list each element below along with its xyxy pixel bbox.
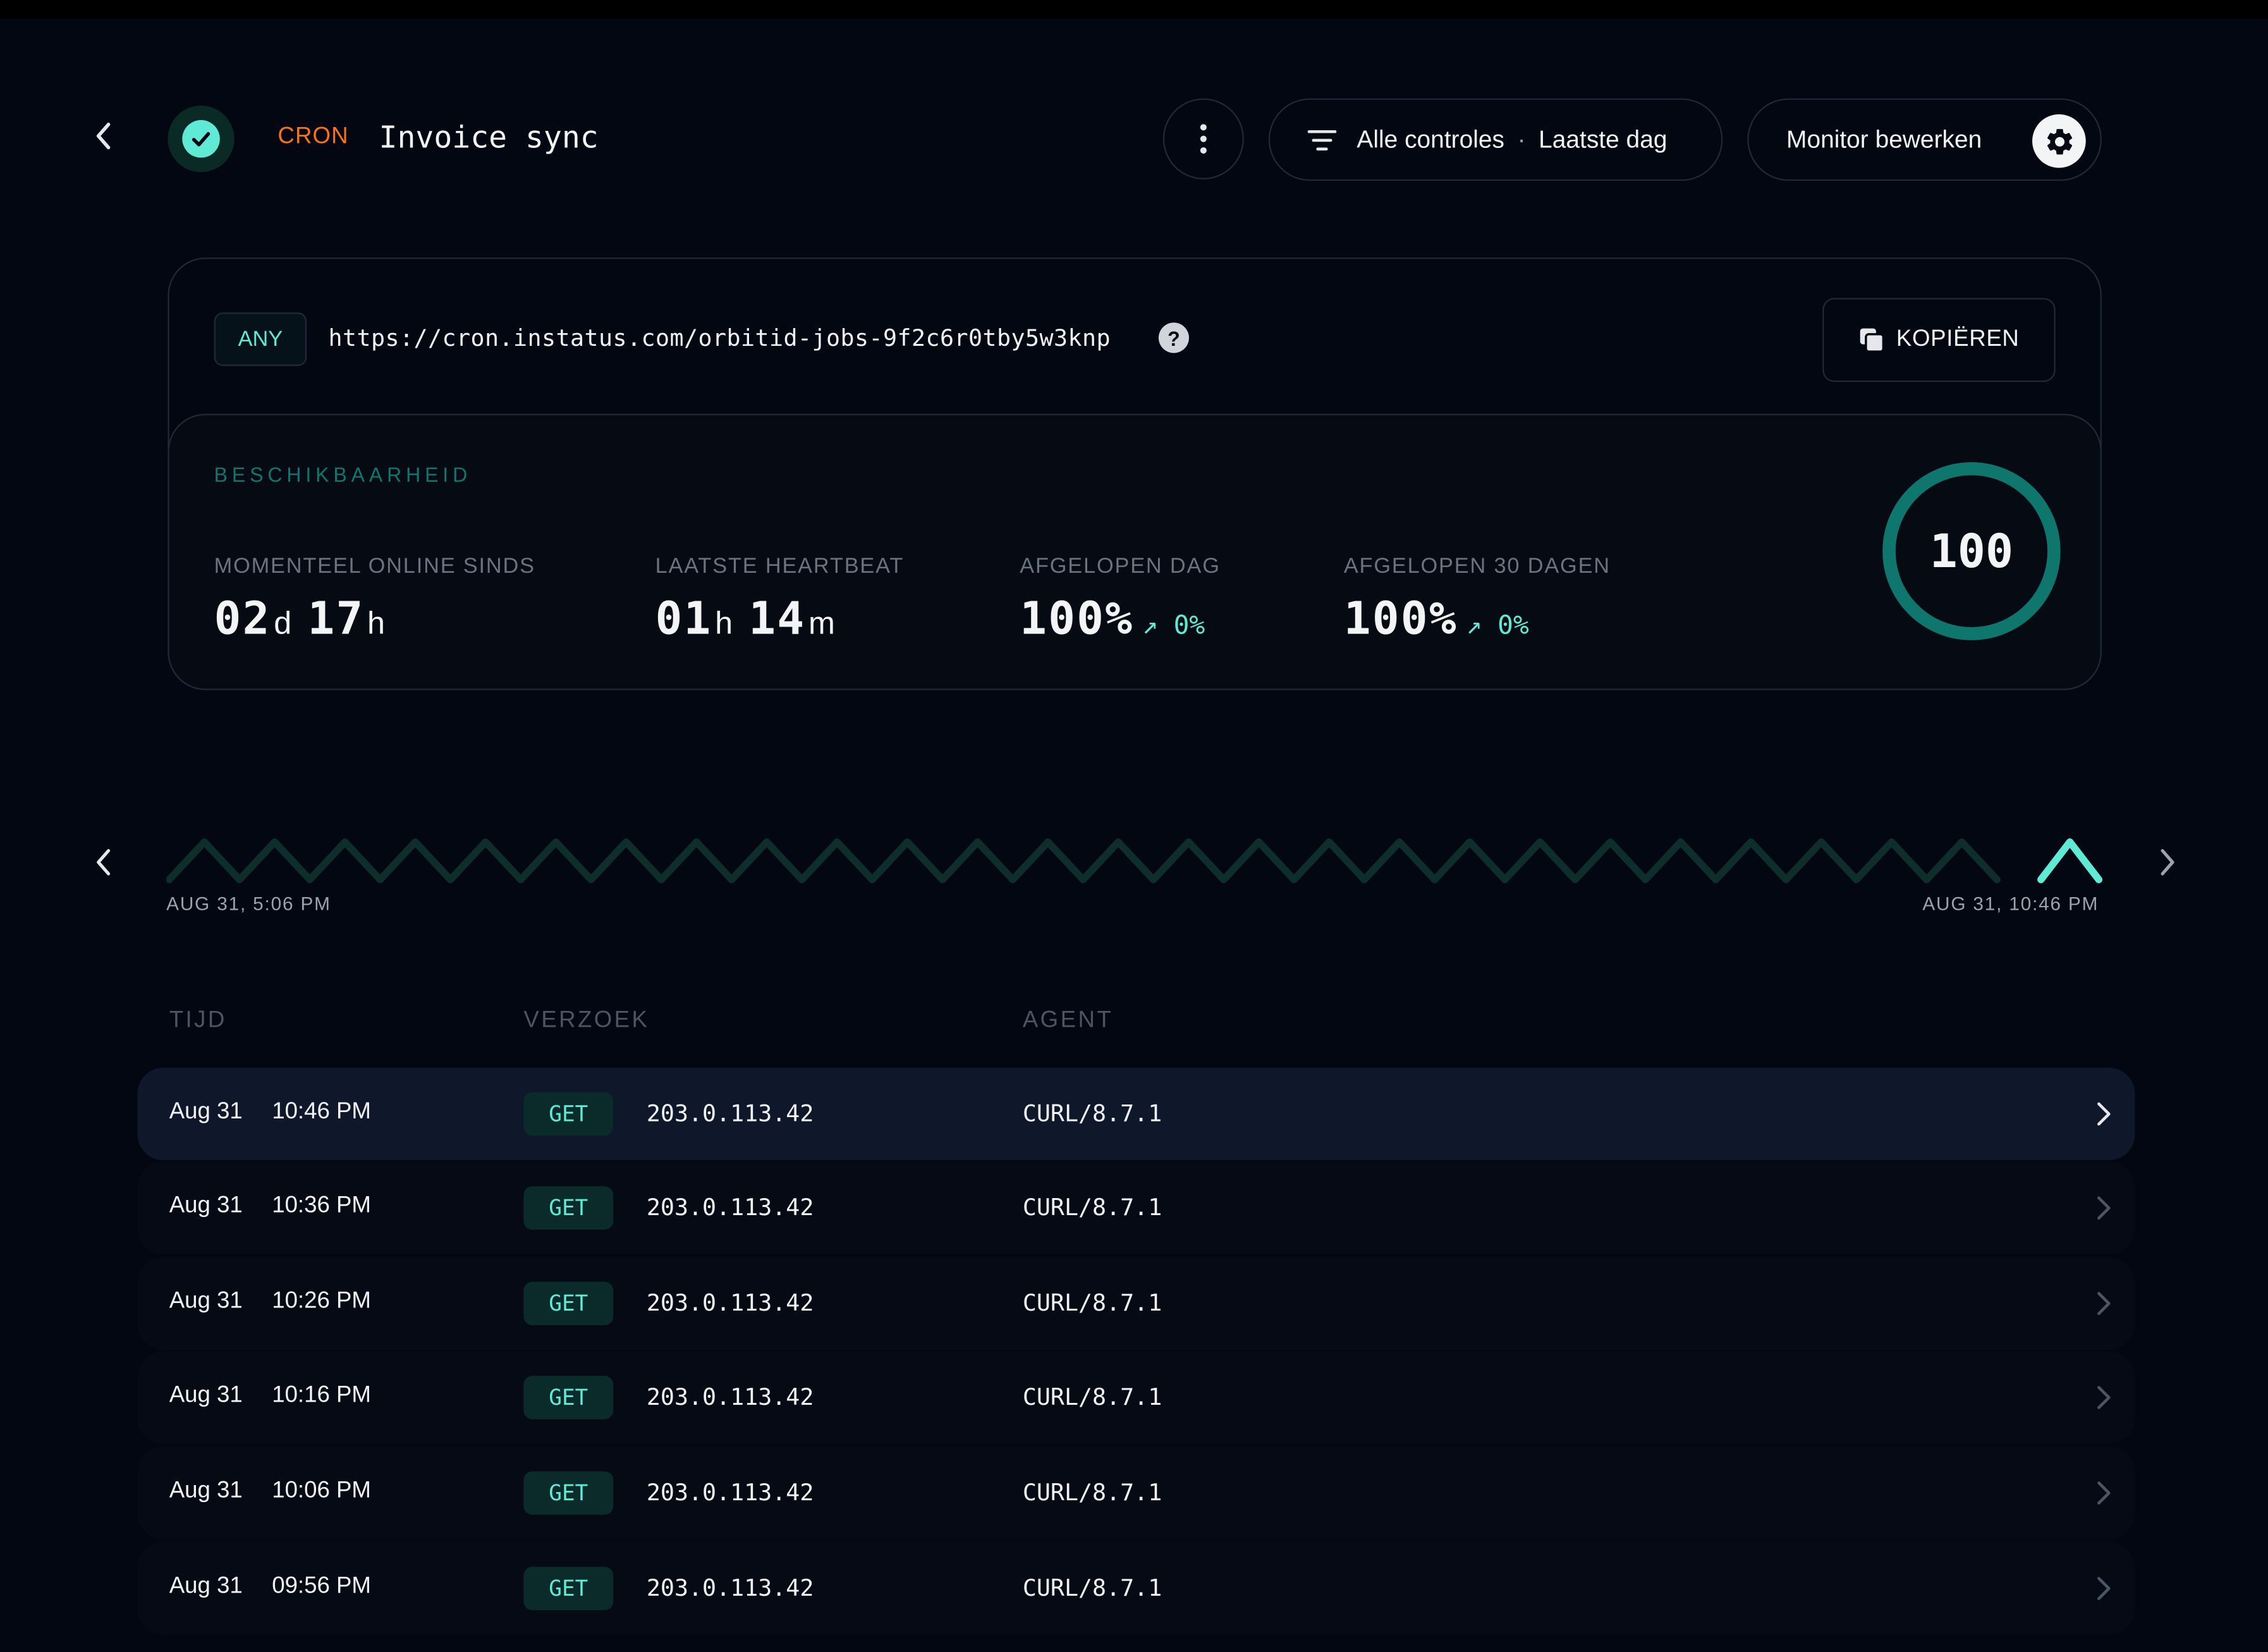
row-date: Aug 31 (169, 1193, 243, 1218)
row-time: 10:36 PM (272, 1193, 371, 1218)
row-ip: 203.0.113.42 (646, 1288, 814, 1317)
method-badge: GET (523, 1567, 614, 1610)
row-date: Aug 31 (169, 1288, 243, 1314)
page: CRON Invoice sync Alle controles · Laats… (0, 0, 2268, 1652)
method-badge: ANY (214, 312, 307, 366)
filter-button[interactable]: Alle controles · Laatste dag (1268, 98, 1723, 181)
chevron-right-icon (2161, 849, 2174, 876)
row-agent: CURL/8.7.1 (1022, 1574, 1162, 1602)
row-date: Aug 31 (169, 1478, 243, 1503)
row-ip: 203.0.113.42 (646, 1193, 814, 1221)
chevron-right-icon (2097, 1481, 2111, 1505)
method-badge: GET (523, 1376, 614, 1419)
table-row[interactable]: Aug 31 09:56 PM GET 203.0.113.42 CURL/8.… (137, 1542, 2135, 1635)
column-header-agent: AGENT (1022, 1008, 1114, 1033)
filter-icon (1307, 129, 1337, 150)
stat-past-day: AFGELOPEN DAG 100% ↗ 0% (1020, 554, 1221, 645)
row-date: Aug 31 (169, 1099, 243, 1125)
edit-monitor-button[interactable]: Monitor bewerken (1747, 98, 2102, 181)
copy-icon (1860, 328, 1884, 353)
monitor-type-tag: CRON (277, 124, 349, 149)
copy-button[interactable]: KOPIËREN (1822, 298, 2056, 382)
monitor-title: Invoice sync (379, 119, 599, 155)
row-date: Aug 31 (169, 1383, 243, 1408)
settings-button[interactable] (2032, 114, 2086, 168)
table-row[interactable]: Aug 31 10:36 PM GET 203.0.113.42 CURL/8.… (137, 1161, 2135, 1254)
stat-label: MOMENTEEL ONLINE SINDS (214, 554, 535, 579)
row-agent: CURL/8.7.1 (1022, 1099, 1162, 1127)
stat-label: AFGELOPEN DAG (1020, 554, 1221, 579)
filter-range: Laatste dag (1539, 125, 1667, 153)
column-header-time: TIJD (169, 1008, 227, 1033)
row-agent: CURL/8.7.1 (1022, 1193, 1162, 1221)
filter-separator: · (1517, 125, 1526, 153)
stat-past-30-days: AFGELOPEN 30 DAGEN 100% ↗ 0% (1344, 554, 1611, 645)
stat-label: LAATSTE HEARTBEAT (655, 554, 905, 579)
row-time: 10:06 PM (272, 1478, 371, 1503)
row-ip: 203.0.113.42 (646, 1574, 814, 1602)
timeline-end-label: AUG 31, 10:46 PM (1922, 892, 2099, 915)
chevron-right-icon (2097, 1196, 2111, 1220)
row-agent: CURL/8.7.1 (1022, 1383, 1162, 1411)
table-row[interactable]: Aug 31 10:16 PM GET 203.0.113.42 CURL/8.… (137, 1351, 2135, 1444)
column-header-request: VERZOEK (523, 1008, 650, 1033)
chevron-right-icon (2097, 1386, 2111, 1409)
endpoint-url[interactable]: https://cron.instatus.com/orbitid-jobs-9… (328, 324, 1111, 352)
availability-panel: BESCHIKBAARHEID MOMENTEEL ONLINE SINDS 0… (168, 413, 2102, 690)
more-options-button[interactable] (1162, 98, 1244, 180)
table-row[interactable]: Aug 31 10:26 PM GET 203.0.113.42 CURL/8.… (137, 1257, 2135, 1350)
row-time: 10:46 PM (272, 1099, 371, 1125)
method-badge: GET (523, 1282, 614, 1326)
row-time: 10:16 PM (272, 1383, 371, 1408)
trend-indicator: ↗ 0% (1466, 610, 1529, 641)
method-badge: GET (523, 1471, 614, 1515)
row-ip: 203.0.113.42 (646, 1478, 814, 1507)
chevron-right-icon (2097, 1577, 2111, 1600)
edit-monitor-label: Monitor bewerken (1786, 125, 1982, 153)
uptime-score: 100 (1929, 523, 2014, 579)
timeline-prev-button[interactable] (84, 842, 125, 883)
row-ip: 203.0.113.42 (646, 1099, 814, 1127)
chevron-left-icon (97, 849, 111, 876)
table-row[interactable]: Aug 31 10:46 PM GET 203.0.113.42 CURL/8.… (137, 1067, 2135, 1161)
heartbeat-timeline (166, 838, 2103, 884)
timeline-start-label: AUG 31, 5:06 PM (166, 892, 331, 915)
back-arrow-icon (96, 123, 111, 150)
more-vertical-icon (1200, 124, 1207, 154)
filter-label: Alle controles (1357, 125, 1504, 153)
trend-indicator: ↗ 0% (1142, 610, 1205, 641)
gear-icon (2046, 128, 2071, 154)
stat-value: 100% ↗ 0% (1343, 593, 1529, 646)
status-indicator (168, 106, 235, 173)
stat-value: 01 h 14 m (655, 593, 837, 646)
stat-online-since: MOMENTEEL ONLINE SINDS 02 d 17 h (214, 554, 535, 645)
stat-value: 100% ↗ 0% (1020, 593, 1205, 646)
check-icon (192, 132, 210, 147)
timeline-next-button[interactable] (2147, 842, 2187, 883)
monitor-card: ANY https://cron.instatus.com/orbitid-jo… (168, 257, 2102, 690)
availability-title: BESCHIKBAARHEID (214, 463, 472, 486)
chevron-right-icon (2097, 1292, 2111, 1316)
stat-label: AFGELOPEN 30 DAGEN (1343, 554, 1611, 579)
row-date: Aug 31 (169, 1574, 243, 1599)
method-badge: GET (523, 1092, 614, 1136)
copy-label: KOPIËREN (1896, 327, 2020, 352)
row-time: 10:26 PM (272, 1288, 371, 1314)
back-button[interactable] (84, 116, 125, 156)
row-agent: CURL/8.7.1 (1022, 1288, 1162, 1317)
stat-value: 02 d 17 h (214, 593, 387, 646)
chevron-right-icon (2097, 1102, 2111, 1126)
table-row[interactable]: Aug 31 10:06 PM GET 203.0.113.42 CURL/8.… (137, 1447, 2135, 1539)
row-ip: 203.0.113.42 (646, 1383, 814, 1411)
row-agent: CURL/8.7.1 (1022, 1478, 1162, 1507)
timeline-waveform (166, 838, 2001, 884)
stat-last-heartbeat: LAATSTE HEARTBEAT 01 h 14 m (655, 554, 905, 645)
help-icon[interactable]: ? (1158, 322, 1189, 353)
row-time: 09:56 PM (272, 1574, 371, 1599)
latest-heartbeat-marker (2037, 838, 2103, 884)
method-badge: GET (523, 1186, 614, 1230)
